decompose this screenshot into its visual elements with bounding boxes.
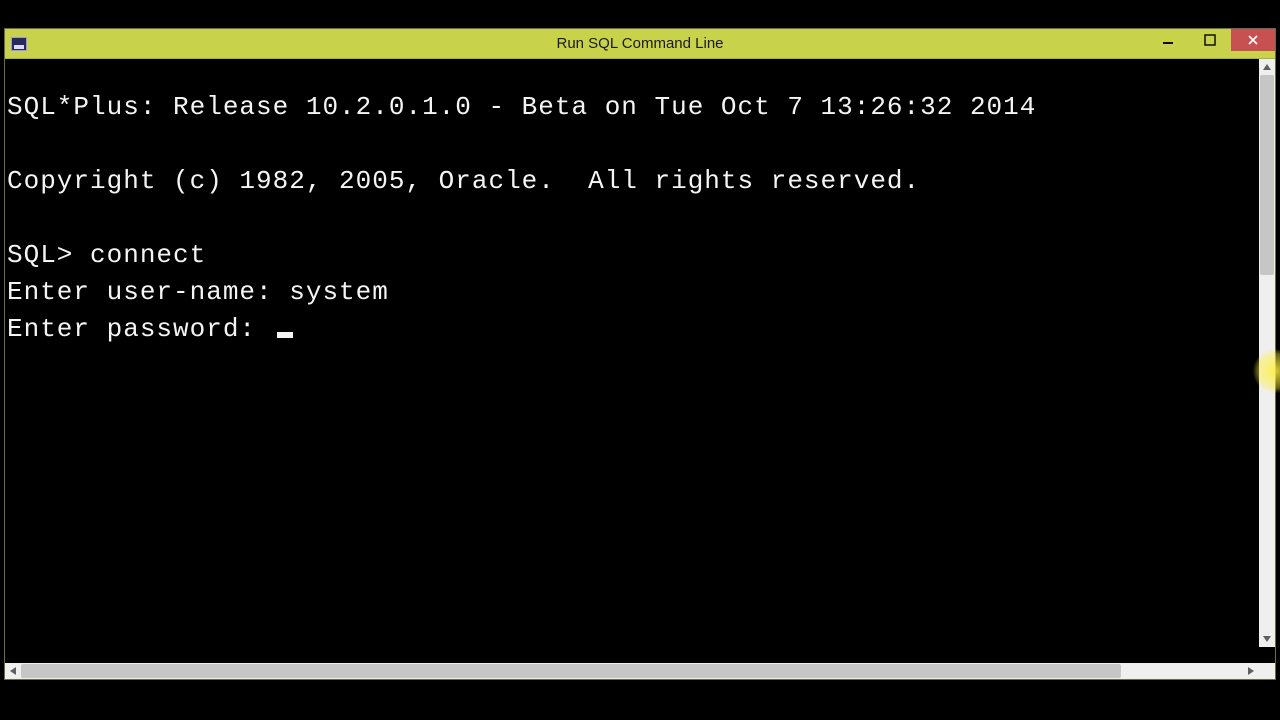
- scroll-up-arrow-icon[interactable]: [1259, 59, 1275, 75]
- horizontal-scrollbar[interactable]: [5, 663, 1275, 679]
- window-controls: [1147, 29, 1275, 51]
- sql-prompt: SQL>: [7, 240, 90, 270]
- username-prompt-label: Enter user-name:: [7, 277, 289, 307]
- password-prompt-label: Enter password:: [7, 314, 273, 344]
- app-window: Run SQL Command Line SQL*Plus: Release 1…: [4, 28, 1276, 680]
- terminal-line: SQL> connect: [7, 237, 1257, 274]
- window-title: Run SQL Command Line: [5, 35, 1275, 52]
- terminal[interactable]: SQL*Plus: Release 10.2.0.1.0 - Beta on T…: [5, 59, 1259, 663]
- titlebar[interactable]: Run SQL Command Line: [5, 29, 1275, 59]
- terminal-line: [7, 126, 1257, 163]
- text-cursor: [277, 332, 293, 338]
- minimize-button[interactable]: [1147, 29, 1189, 51]
- terminal-line: Enter password:: [7, 311, 1257, 348]
- scrollbar-corner: [1259, 663, 1275, 679]
- terminal-viewport: SQL*Plus: Release 10.2.0.1.0 - Beta on T…: [5, 59, 1275, 663]
- maximize-button[interactable]: [1189, 29, 1231, 51]
- vertical-scroll-thumb[interactable]: [1260, 75, 1274, 275]
- terminal-line: SQL*Plus: Release 10.2.0.1.0 - Beta on T…: [7, 89, 1257, 126]
- scroll-down-arrow-icon[interactable]: [1259, 631, 1275, 647]
- scroll-right-arrow-icon[interactable]: [1243, 663, 1259, 679]
- terminal-line: Copyright (c) 1982, 2005, Oracle. All ri…: [7, 163, 1257, 200]
- horizontal-scroll-thumb[interactable]: [21, 664, 1121, 678]
- terminal-line: [7, 200, 1257, 237]
- system-menu-icon[interactable]: [11, 37, 27, 51]
- close-button[interactable]: [1231, 29, 1275, 51]
- typed-command: connect: [90, 240, 206, 270]
- scroll-left-arrow-icon[interactable]: [5, 663, 21, 679]
- username-value: system: [289, 277, 389, 307]
- horizontal-scroll-track[interactable]: [21, 663, 1243, 679]
- vertical-scrollbar[interactable]: [1259, 59, 1275, 647]
- client-area: SQL*Plus: Release 10.2.0.1.0 - Beta on T…: [5, 59, 1275, 679]
- vertical-scroll-track[interactable]: [1259, 75, 1275, 631]
- terminal-line: Enter user-name: system: [7, 274, 1257, 311]
